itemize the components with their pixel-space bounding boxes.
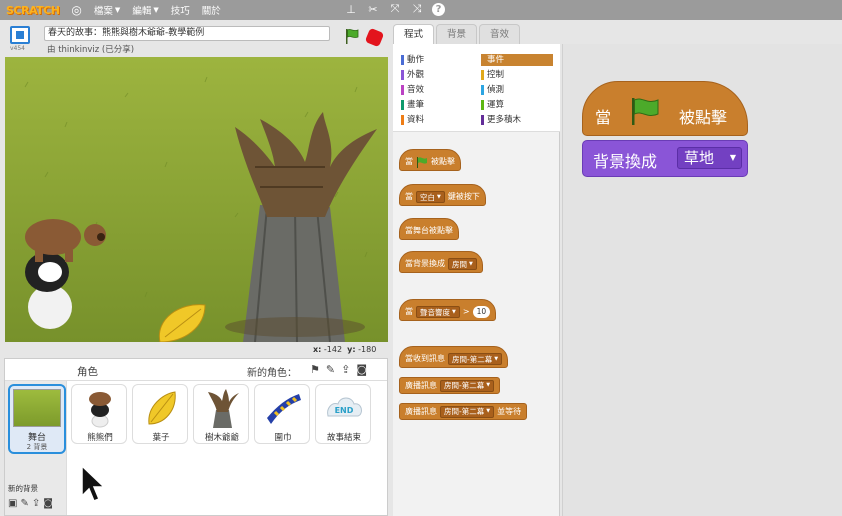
block-broadcast-and-wait[interactable]: 廣播訊息 房間-第二幕 並等待 (399, 403, 528, 420)
tab-scripts[interactable]: 程式 (393, 24, 435, 45)
menu-edit[interactable]: 編輯 ▼ (132, 3, 158, 17)
category-operators[interactable]: 運算 (481, 99, 504, 111)
end-badge: END (335, 406, 354, 415)
upload-sprite-icon[interactable]: ⇪ (341, 363, 350, 376)
stage-header: v454 春天的故事：熊熊與樹木爺爺-教學範例 由 thinkinviz (已分… (4, 23, 388, 56)
tree-thumbnail (208, 389, 239, 428)
new-backdrop-label: 新的背景 (8, 484, 38, 493)
caret-down-icon: ▼ (153, 6, 159, 14)
mouse-coordinates: x: -142 y: -180 (313, 345, 377, 354)
category-more-blocks[interactable]: 更多積木 (481, 114, 521, 126)
category-events[interactable]: 事件 (481, 54, 553, 66)
globe-icon[interactable]: ◎ (71, 3, 81, 17)
sprite-name: 圍巾 (274, 433, 292, 443)
scratch-logo[interactable]: SCRATCH (6, 4, 60, 17)
project-byline: 由 thinkinviz (已分享) (47, 45, 135, 55)
green-flag-icon (632, 98, 659, 125)
message-dropdown[interactable]: 房間-第二幕 (440, 379, 495, 392)
menu-tips[interactable]: 技巧 (171, 3, 190, 17)
choose-from-library-icon[interactable]: ⚑ (310, 363, 320, 376)
camera-icon[interactable]: ◙ (356, 363, 367, 376)
key-dropdown[interactable]: 空白 (416, 191, 445, 203)
sprite-tile-tree[interactable]: 樹木爺爺 (193, 384, 249, 444)
message-dropdown[interactable]: 房間-第二幕 (448, 353, 503, 365)
bears-thumbnail (89, 392, 111, 428)
category-sensing[interactable]: 偵測 (481, 84, 504, 96)
stage-canvas[interactable] (5, 57, 388, 342)
message-dropdown[interactable]: 房間-第二幕 (440, 405, 495, 418)
green-flag-icon[interactable] (344, 28, 360, 44)
block-categories: 動作 外觀 音效 畫筆 資料 事件 控制 偵測 運算 更多積木 (393, 44, 560, 132)
sprite-name: 葉子 (152, 433, 170, 443)
stage-thumbnail-column: 舞台 2 背景 新的背景 ▣ ✎ ⇪ ◙ (5, 381, 67, 515)
stage-backdrop (5, 57, 388, 342)
new-sprite-label: 新的角色： (247, 368, 297, 379)
threshold-input[interactable]: 10 (472, 306, 491, 318)
new-sprite-icons: ⚑ ✎ ⇪ ◙ (310, 363, 367, 376)
upload-backdrop-icon[interactable]: ⇪ (32, 498, 40, 509)
backdrop-library-icon[interactable]: ▣ (8, 498, 17, 509)
sprite-pane-title: 角色 (77, 366, 98, 378)
block-when-key-pressed[interactable]: 當 空白 鍵被按下 (399, 184, 486, 206)
grow-icon[interactable]: ⤧ (388, 2, 402, 16)
version-label: v454 (10, 45, 26, 52)
new-backdrop-icons: ▣ ✎ ⇪ ◙ (8, 498, 53, 509)
fullscreen-icon[interactable] (10, 26, 30, 44)
sprite-pane: 角色 新的角色： ⚑ ✎ ⇪ ◙ 舞台 2 背景 新的背景 ▣ ✎ ⇪ ◙ 熊熊… (4, 358, 388, 516)
block-broadcast[interactable]: 廣播訊息 房間-第二幕 (399, 377, 501, 394)
block-when-backdrop-switches[interactable]: 當背景換成 房間 (399, 251, 483, 273)
sprite-tile-leaf[interactable]: 葉子 (132, 384, 188, 444)
script-when-flag-clicked[interactable]: 當 被點擊 (582, 81, 748, 136)
paint-backdrop-icon[interactable]: ✎ (20, 498, 28, 509)
block-when-receive-message[interactable]: 當收到訊息 房間-第二幕 (399, 346, 509, 368)
sprite-pane-header: 角色 新的角色： ⚑ ✎ ⇪ ◙ (5, 359, 387, 381)
sensor-dropdown[interactable]: 聲音響度 (416, 306, 460, 318)
sprite-tile-scarf[interactable]: 圍巾 (254, 384, 310, 444)
tab-backdrops[interactable]: 背景 (436, 24, 478, 44)
menu-file[interactable]: 檔案 ▼ (94, 3, 120, 17)
sprite-name: 故事結束 (326, 433, 361, 443)
help-icon[interactable]: ? (432, 2, 445, 16)
toolbar-tools: ⊥ ✂ ⤧ ⤨ ? (344, 2, 445, 16)
camera-icon[interactable]: ◙ (43, 498, 53, 509)
mouse-cursor-icon (81, 464, 106, 502)
stage-backdrop-count: 2 背景 (26, 443, 48, 451)
stage-thumbnail-image (13, 389, 61, 427)
category-pen[interactable]: 畫筆 (401, 99, 424, 111)
stop-icon[interactable] (364, 27, 385, 48)
scarf-thumbnail (267, 394, 301, 424)
menu-about[interactable]: 關於 (202, 3, 221, 17)
category-data[interactable]: 資料 (401, 114, 424, 126)
category-sound[interactable]: 音效 (401, 84, 424, 96)
sprite-name: 樹木爺爺 (204, 433, 239, 443)
category-looks[interactable]: 外觀 (401, 69, 424, 81)
project-title-input[interactable]: 春天的故事：熊熊與樹木爺爺-教學範例 (44, 26, 330, 41)
menu-bar: SCRATCH ◎ 檔案 ▼ 編輯 ▼ 技巧 關於 ⊥ ✂ ⤧ ⤨ ? (0, 0, 842, 20)
duplicate-stamp-icon[interactable]: ⊥ (344, 2, 358, 16)
block-when-stage-clicked[interactable]: 當舞台被點擊 (399, 218, 459, 240)
backdrop-dropdown[interactable]: 房間 (448, 258, 477, 270)
end-thumbnail: END (327, 397, 362, 417)
editor-tabs: 程式 背景 音效 (393, 24, 522, 45)
category-control[interactable]: 控制 (481, 69, 504, 81)
stage-thumbnail[interactable]: 舞台 2 背景 (8, 384, 66, 454)
tab-sounds[interactable]: 音效 (479, 24, 521, 44)
paint-new-sprite-icon[interactable]: ✎ (326, 363, 335, 376)
sprite-name: 熊熊們 (87, 433, 113, 443)
shrink-icon[interactable]: ⤨ (410, 2, 424, 16)
script-switch-backdrop[interactable]: 背景換成 草地 (582, 140, 748, 177)
block-when-flag-clicked[interactable]: 當 被點擊 (399, 149, 461, 171)
category-motion[interactable]: 動作 (401, 54, 424, 66)
caret-down-icon: ▼ (114, 6, 121, 14)
sprite-tile-bears[interactable]: 熊熊們 (71, 384, 127, 444)
leaf-thumbnail (148, 391, 176, 425)
sprite-tile-story-end[interactable]: END 故事結束 (315, 384, 371, 444)
delete-scissors-icon[interactable]: ✂ (366, 2, 380, 16)
green-flag-icon (417, 156, 427, 168)
block-when-loudness-greater[interactable]: 當 聲音響度 > 10 (399, 299, 497, 321)
backdrop-dropdown[interactable]: 草地 (677, 147, 742, 169)
